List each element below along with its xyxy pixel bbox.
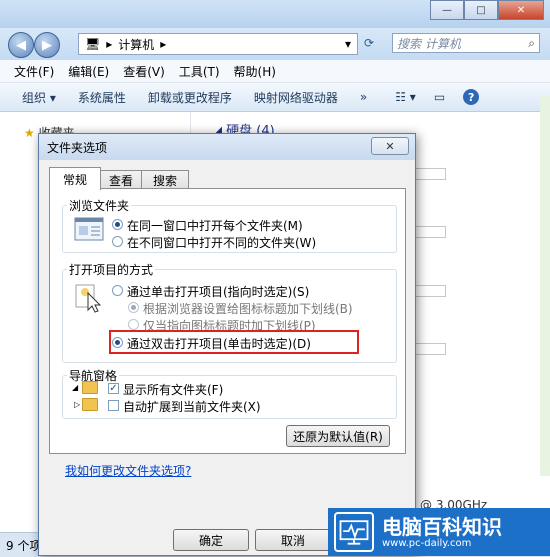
folder-icon [82,398,98,411]
menu-file[interactable]: 文件(F) [14,63,54,80]
dialog-title-bar: 文件夹选项 ✕ [39,134,415,160]
maximize-button[interactable]: □ [464,0,498,20]
underline-browser-label[interactable]: 根据浏览器设置给图标标题加下划线(B) [143,300,353,317]
search-icon[interactable]: ⌕ [528,36,535,51]
status-text: 9 个项 [6,538,42,553]
computer-icon: 🖥 [85,37,101,51]
general-tab-panel: 浏览文件夹 在同一窗口中打开每个文件夹(M) 在不同窗口中打开不同的文件夹(W)… [49,188,406,454]
preview-pane-icon[interactable]: ▭ [434,90,445,104]
close-icon: ✕ [385,139,395,153]
same-window-label[interactable]: 在同一窗口中打开每个文件夹(M) [127,217,303,234]
menu-tools[interactable]: 工具(T) [179,63,220,80]
tab-search[interactable]: 搜索 [141,170,189,190]
ok-button[interactable]: 确定 [173,529,249,551]
menu-edit[interactable]: 编辑(E) [68,63,109,80]
single-click-radio[interactable] [112,285,123,296]
watermark-logo: 电脑百科知识 www.pc-daily.com [328,508,550,556]
system-properties-button[interactable]: 系统属性 [78,89,126,106]
star-icon: ★ [24,126,35,140]
tab-general[interactable]: 常规 [49,167,101,190]
auto-expand-checkbox[interactable] [108,400,119,411]
help-link[interactable]: 我如何更改文件夹选项? [65,462,191,479]
search-input[interactable]: 搜索 计算机 ⌕ [392,33,540,53]
dialog-title: 文件夹选项 [47,141,108,155]
browse-folders-label: 浏览文件夹 [67,197,132,214]
collapsed-triangle-icon: ▷ [74,400,81,409]
help-icon[interactable]: ? [463,89,480,105]
uninstall-program-button[interactable]: 卸载或更改程序 [148,89,232,106]
underline-point-radio[interactable] [128,319,139,330]
click-items-label: 打开项目的方式 [67,261,156,278]
address-bar[interactable]: 🖥 ▸ 计算机 ▸ ▾ [78,33,358,55]
new-window-label[interactable]: 在不同窗口中打开不同的文件夹(W) [127,234,316,251]
pointer-click-icon [75,284,102,313]
scroll-strip[interactable] [540,96,550,476]
monitor-pulse-icon [334,512,374,552]
back-button[interactable]: ◀ [8,32,34,58]
show-all-folders-label[interactable]: 显示所有文件夹(F) [123,381,223,398]
new-window-radio[interactable] [112,236,123,247]
close-window-button[interactable]: ✕ [498,0,544,20]
arrow-right-icon: ▶ [42,37,52,53]
map-network-drive-button[interactable]: 映射网络驱动器 [254,89,338,106]
same-window-radio[interactable] [112,219,123,230]
underline-browser-radio[interactable] [128,302,139,313]
view-options-icon[interactable]: ☷ ▾ [395,90,416,104]
single-click-label[interactable]: 通过单击打开项目(指向时选定)(S) [127,283,309,300]
menu-help[interactable]: 帮助(H) [234,63,276,80]
cancel-button[interactable]: 取消 [255,529,331,551]
watermark-brand: 电脑百科知识 [382,514,502,539]
search-placeholder: 搜索 计算机 [397,36,461,51]
tab-view[interactable]: 查看 [99,170,143,190]
dialog-close-button[interactable]: ✕ [371,137,409,155]
expanded-triangle-icon: ◢ [72,383,79,392]
folder-options-dialog: 文件夹选项 ✕ 常规 查看 搜索 浏览文件夹 在同一窗口中打开每个文件夹(M) … [38,133,416,556]
restore-defaults-button[interactable]: 还原为默认值(R) [286,425,390,447]
window-controls: — □ ✕ [430,0,544,20]
command-bar: 组织 ▾ 系统属性 卸载或更改程序 映射网络驱动器 » ☷ ▾ ▭ ? [0,83,550,112]
menu-view[interactable]: 查看(V) [123,63,165,80]
refresh-icon[interactable]: ⟳ [364,36,374,50]
auto-expand-label[interactable]: 自动扩展到当前文件夹(X) [123,398,261,415]
arrow-left-icon: ◀ [16,37,26,53]
watermark-url: www.pc-daily.com [382,537,472,549]
forward-button[interactable]: ▶ [34,32,60,58]
dropdown-icon[interactable]: ▾ [345,37,351,51]
more-commands-button[interactable]: » [360,90,367,104]
organize-button[interactable]: 组织 ▾ [22,89,56,106]
show-all-folders-checkbox[interactable]: ✓ [108,383,119,394]
title-bar: — □ ✕ [0,0,550,28]
minimize-button[interactable]: — [430,0,464,20]
folder-window-icon [74,217,104,241]
folder-icon [82,381,98,394]
highlight-box [109,330,359,354]
menu-bar: 文件(F) 编辑(E) 查看(V) 工具(T) 帮助(H) [0,60,550,83]
address-path[interactable]: 计算机 [118,36,154,53]
